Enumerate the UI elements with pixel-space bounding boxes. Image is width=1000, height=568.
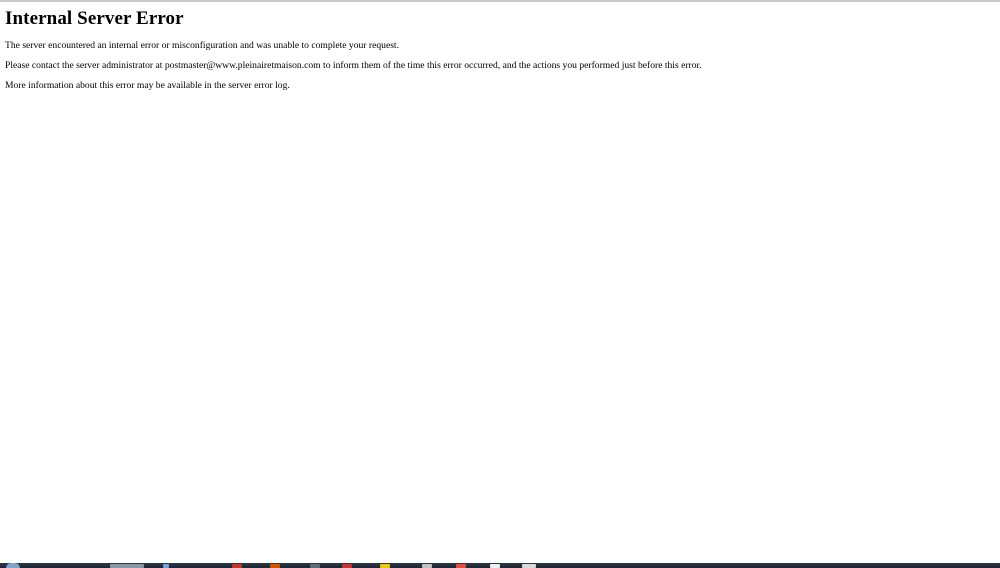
start-orb-icon[interactable]	[6, 563, 20, 568]
taskbar-app-icon[interactable]	[380, 564, 390, 568]
taskbar-button[interactable]	[110, 564, 144, 568]
taskbar-app-icon[interactable]	[422, 564, 432, 568]
taskbar-app-icon[interactable]	[342, 564, 352, 568]
taskbar-app-icon[interactable]	[490, 564, 500, 568]
window-top-border	[0, 0, 1000, 2]
error-page: Internal Server Error The server encount…	[5, 8, 995, 92]
taskbar-app-icon[interactable]	[522, 564, 536, 568]
log-message: More information about this error may be…	[5, 80, 290, 91]
taskbar-app-icon[interactable]	[232, 564, 242, 568]
taskbar-app-icon[interactable]	[310, 564, 320, 568]
error-message: The server encountered an internal error…	[5, 40, 399, 51]
taskbar-app-icon[interactable]	[456, 564, 466, 568]
page-title: Internal Server Error	[5, 8, 184, 29]
taskbar-app-icon[interactable]	[163, 564, 169, 568]
contact-message: Please contact the server administrator …	[5, 60, 702, 71]
taskbar-app-icon[interactable]	[270, 564, 280, 568]
taskbar[interactable]	[0, 563, 1000, 568]
